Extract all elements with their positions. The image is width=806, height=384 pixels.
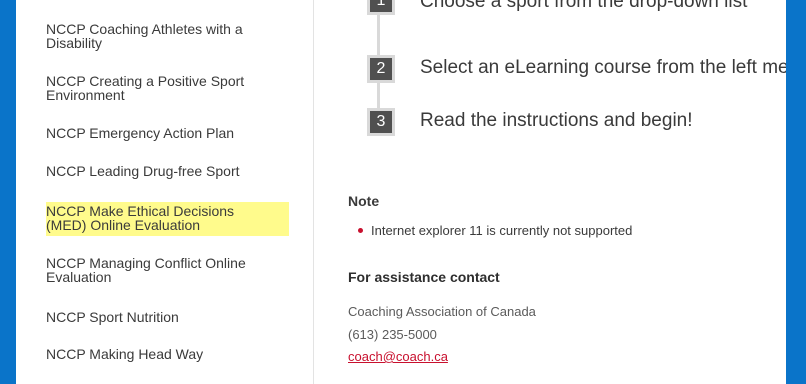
sidebar-item-label: (MED) Online Evaluation [46,217,201,233]
sidebar-item-label: Evaluation [46,269,112,285]
assistance-heading: For assistance contact [348,269,500,285]
sidebar-item-leading-drug-free-sport[interactable]: NCCP Leading Drug-free Sport [46,164,286,178]
contact-organization: Coaching Association of Canada [348,304,536,319]
sidebar-item-sport-nutrition[interactable]: NCCP Sport Nutrition [46,310,286,324]
sidebar-item-managing-conflict[interactable]: NCCP Managing Conflict Online Evaluation [46,256,286,284]
step-number-1: 1 [367,0,395,15]
step-number-2: 2 [367,55,395,83]
course-sidebar: NCCP Coaching Athletes with a Disability… [16,0,314,384]
contact-email-link[interactable]: coach@coach.ca [348,349,448,364]
sidebar-item-positive-sport-environment[interactable]: NCCP Creating a Positive Sport Environme… [46,74,286,102]
sidebar-item-label: NCCP Emergency Action Plan [46,125,235,141]
sidebar-item-emergency-action-plan[interactable]: NCCP Emergency Action Plan [46,126,286,140]
sidebar-item-making-head-way[interactable]: NCCP Making Head Way [46,347,286,361]
sidebar-item-label: Environment [46,87,125,103]
sidebar-item-label: NCCP Sport Nutrition [46,309,179,325]
sidebar-item-coaching-athletes-disability[interactable]: NCCP Coaching Athletes with a Disability [46,22,286,50]
main-content: 1 Choose a sport from the drop-down list… [314,0,786,384]
sidebar-item-make-ethical-decisions[interactable]: NCCP Make Ethical Decisions (MED) Online… [46,202,289,236]
sidebar-item-label: NCCP Making Head Way [46,346,204,362]
step-text-2: Select an eLearning course from the left… [420,57,786,78]
note-heading: Note [348,193,380,209]
step-number-3: 3 [367,108,395,136]
step-text-3: Read the instructions and begin! [420,110,693,131]
note-item-text: Internet explorer 11 is currently not su… [371,223,633,238]
content-panel: NCCP Coaching Athletes with a Disability… [16,0,786,384]
sidebar-item-label: Disability [46,35,103,51]
bullet-icon [358,228,363,234]
contact-phone: (613) 235-5000 [348,327,437,342]
note-item: Internet explorer 11 is currently not su… [358,223,632,238]
sidebar-item-label: NCCP Leading Drug-free Sport [46,163,240,179]
step-text-1: Choose a sport from the drop-down list [420,0,748,12]
